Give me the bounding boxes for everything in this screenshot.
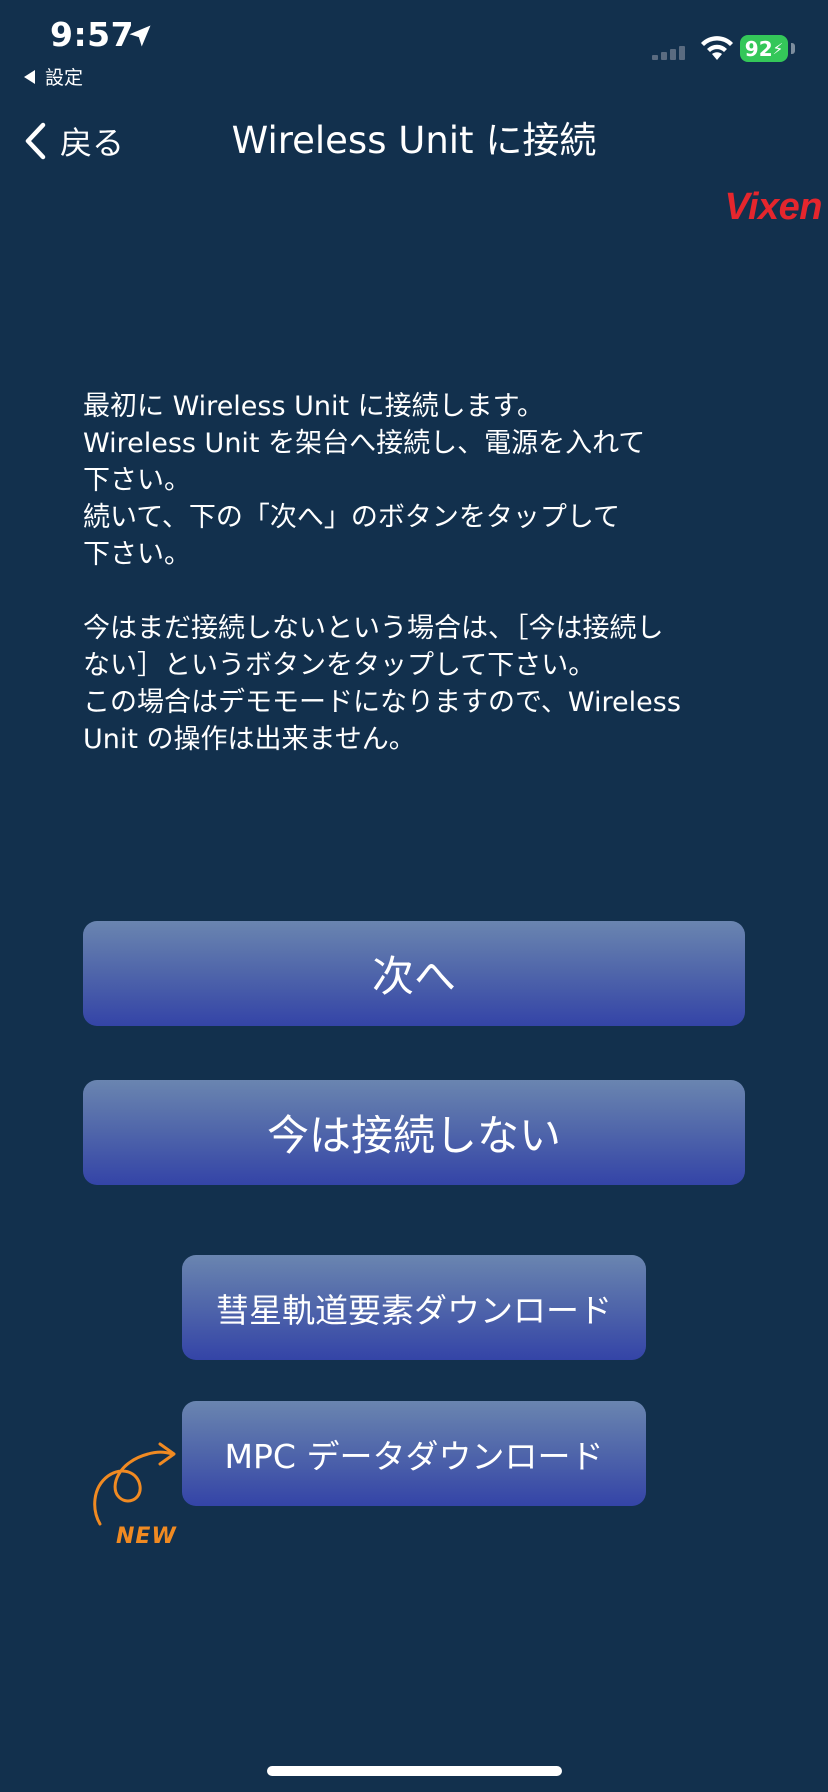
status-time: 9:57 [50,15,135,54]
battery-indicator: 92 ⚡ [740,35,788,62]
battery-level: 92 [744,36,773,61]
comet-elements-download-button[interactable]: 彗星軌道要素ダウンロード [182,1255,646,1360]
back-to-settings-label: 設定 [45,67,84,89]
new-badge: NEW [116,1524,177,1549]
mpc-data-download-button[interactable]: MPC データダウンロード [182,1401,646,1506]
back-triangle-icon [24,69,35,84]
instruction-text: 最初に Wireless Unit に接続します。 Wireless Unit … [83,391,681,755]
skip-connection-button[interactable]: 今は接続しない [83,1080,745,1185]
charging-bolt-icon: ⚡ [772,39,784,58]
back-to-settings-link[interactable]: 設定 [24,63,83,90]
wifi-icon [701,36,733,60]
vixen-logo: Vixen [724,186,823,228]
next-button[interactable]: 次へ [83,921,745,1026]
battery-cap [791,43,795,54]
page-title: Wireless Unit に接続 [231,119,597,162]
status-bar: 9:57 設定 92 ⚡ [0,0,828,90]
location-arrow-icon [129,25,151,47]
cellular-signal-icon [652,46,685,60]
home-indicator[interactable] [267,1766,562,1776]
